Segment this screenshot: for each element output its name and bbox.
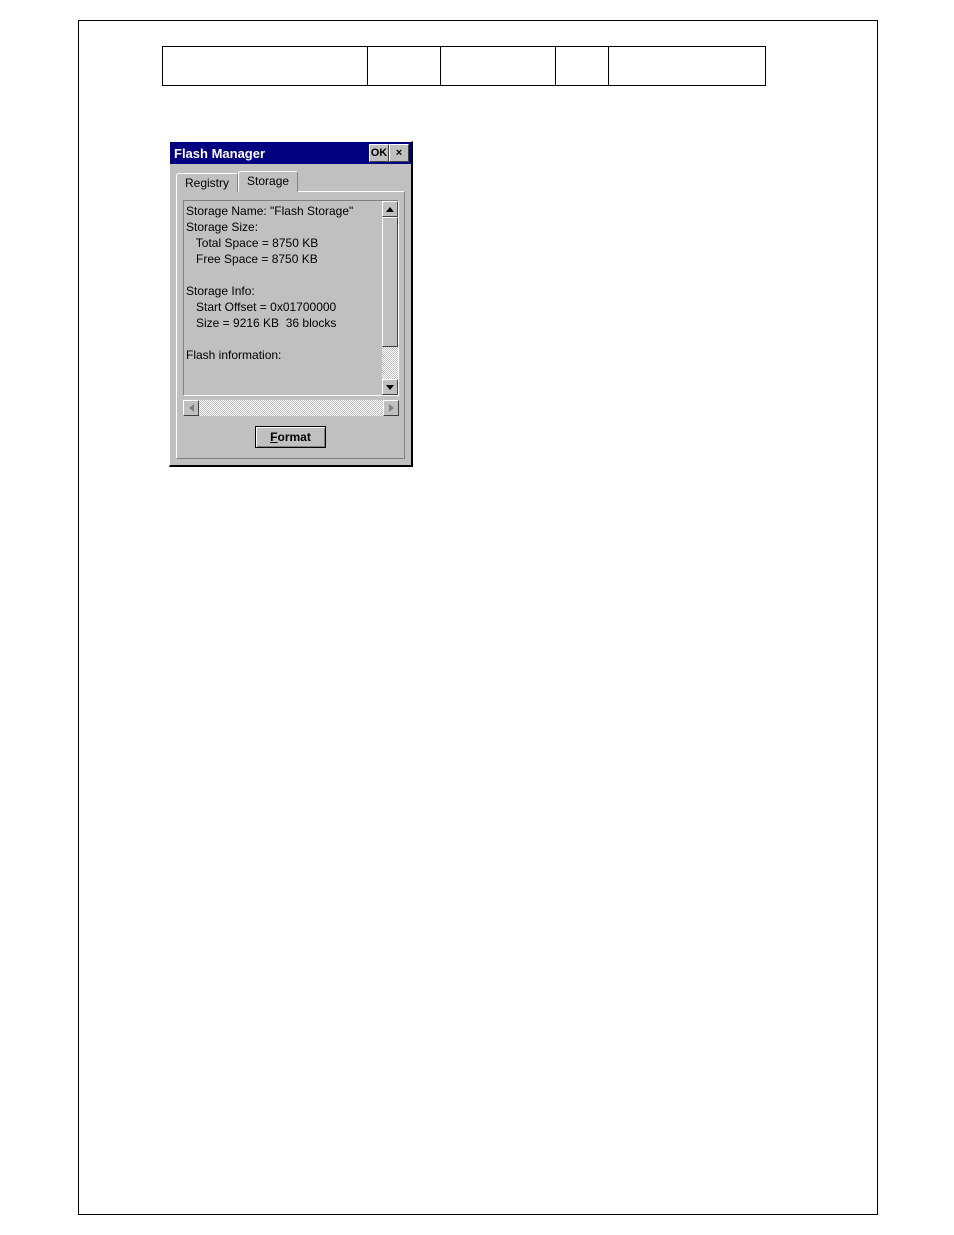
scroll-up-button[interactable] [382,201,398,217]
storage-text: Storage Name: "Flash Storage" Storage Si… [184,201,382,395]
scroll-track-v[interactable] [382,347,398,379]
scroll-right-button[interactable] [383,400,399,416]
tab-panel-storage: Storage Name: "Flash Storage" Storage Si… [176,191,405,459]
ok-button[interactable]: OK [369,144,389,162]
flash-manager-dialog: Flash Manager OK × Registry Storage Stor… [169,141,413,467]
header-table [162,46,766,86]
scroll-track-h[interactable] [199,400,383,416]
arrow-left-icon [189,404,194,412]
close-icon: × [396,147,402,159]
titlebar[interactable]: Flash Manager OK × [170,142,411,164]
scroll-left-button[interactable] [183,400,199,416]
header-cell-1 [163,47,368,85]
close-button[interactable]: × [389,144,409,162]
header-cell-2 [368,47,441,85]
tab-storage[interactable]: Storage [238,171,298,192]
tab-registry[interactable]: Registry [176,173,238,192]
tab-strip: Registry Storage [176,171,405,192]
header-cell-4 [556,47,609,85]
format-button[interactable]: Format [255,426,326,448]
arrow-up-icon [386,207,394,212]
storage-info-pane: Storage Name: "Flash Storage" Storage Si… [183,200,399,396]
scroll-thumb[interactable] [382,217,398,347]
header-cell-5 [609,47,765,85]
arrow-down-icon [386,385,394,390]
scroll-down-button[interactable] [382,379,398,395]
page-frame: Flash Manager OK × Registry Storage Stor… [78,20,878,1215]
window-title: Flash Manager [174,146,369,161]
format-mnemonic: F [270,430,277,444]
vertical-scrollbar[interactable] [382,201,398,395]
horizontal-scrollbar[interactable] [183,400,399,416]
header-cell-3 [441,47,556,85]
arrow-right-icon [389,404,394,412]
